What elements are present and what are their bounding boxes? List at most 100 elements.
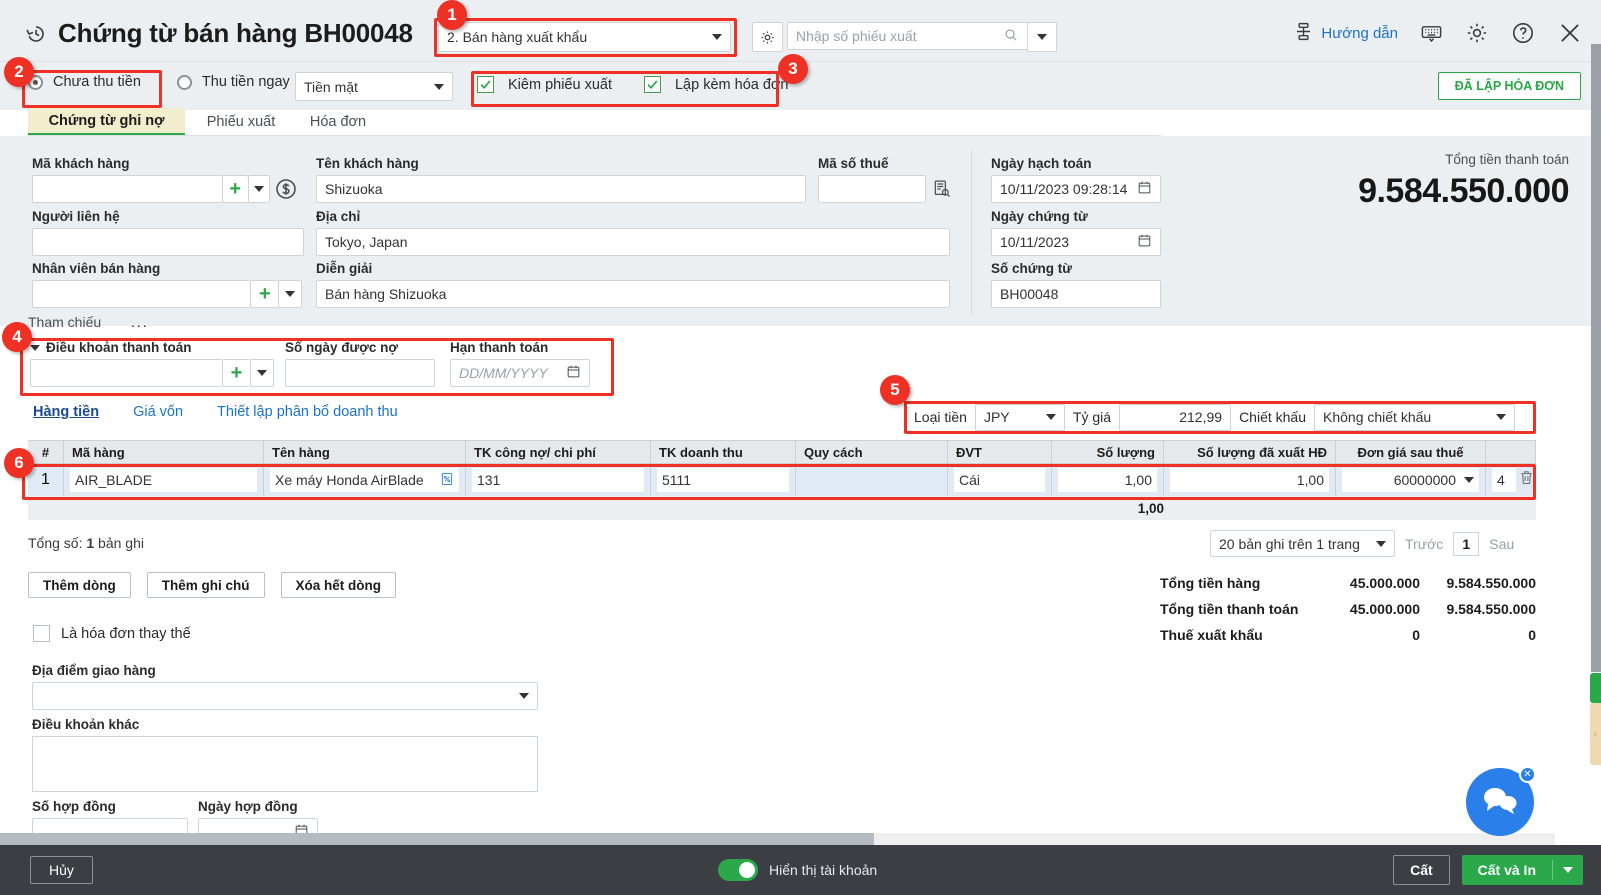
customer-code-input[interactable]	[32, 175, 222, 203]
side-tab-collapse[interactable]: ‹	[1590, 703, 1601, 765]
per-page-select[interactable]: 20 bản ghi trên 1 trang	[1210, 530, 1395, 557]
close-x-icon[interactable]	[1557, 20, 1583, 46]
export-slip-search[interactable]: Nhập số phiếu xuất	[787, 22, 1057, 52]
chevron-down-icon	[712, 34, 722, 40]
save-button[interactable]: Cất	[1393, 855, 1450, 885]
calendar-icon[interactable]	[566, 364, 581, 382]
guide-link[interactable]: Hướng dẫn	[1293, 21, 1398, 46]
cell-unit-price[interactable]: 60000000	[1336, 464, 1486, 496]
keyboard-icon[interactable]	[1420, 22, 1443, 45]
cell-debt-account[interactable]: 131	[466, 464, 651, 496]
cell-qty-invoiced[interactable]: 1,00	[1164, 464, 1336, 496]
tab-phieu-xuat[interactable]: Phiếu xuất	[193, 108, 289, 136]
history-clock-icon[interactable]	[24, 22, 48, 46]
radio-paid-now[interactable]	[176, 74, 192, 90]
cell-quantity[interactable]: 1,00	[1052, 464, 1164, 496]
add-note-button[interactable]: Thêm ghi chú	[146, 572, 265, 598]
tab-label: Phiếu xuất	[206, 114, 276, 130]
vertical-scrollbar-thumb[interactable]	[1591, 44, 1601, 672]
reference-ellipsis[interactable]: ...	[131, 314, 149, 330]
credit-days-label: Số ngày được nợ	[285, 340, 398, 355]
customer-name-input[interactable]: Shizuoka	[316, 175, 806, 203]
debt-account-value[interactable]: 131	[472, 468, 644, 492]
side-tab-green[interactable]	[1590, 673, 1601, 703]
tab-chung-tu-ghi-no[interactable]: Chứng từ ghi nợ	[28, 108, 185, 136]
cell-unit[interactable]: Cái	[948, 464, 1052, 496]
credit-days-input[interactable]	[285, 359, 435, 387]
question-circle-icon[interactable]	[1511, 21, 1535, 45]
due-date-input[interactable]: DD/MM/YYYY	[450, 359, 590, 387]
dollar-circle-icon[interactable]	[270, 175, 302, 203]
customer-code-dropdown[interactable]	[247, 175, 271, 203]
cell-spec[interactable]	[796, 464, 948, 496]
table-row[interactable]: 1 AIR_BLADE Xe máy Honda AirBlade 131 51…	[28, 464, 1536, 496]
qty-invoiced-value[interactable]: 1,00	[1170, 468, 1329, 492]
unit-value[interactable]: Cái	[954, 468, 1045, 492]
subtab-phan-bo-doanh-thu[interactable]: Thiết lập phân bổ doanh thu	[217, 404, 398, 420]
discount-select[interactable]: Không chiết khấu	[1314, 403, 1515, 431]
totals-summary: Tổng tiền hàng 45.000.000 9.584.550.000 …	[1160, 570, 1536, 648]
payment-terms-add-button[interactable]: +	[222, 359, 250, 387]
current-page[interactable]: 1	[1453, 531, 1480, 556]
customer-code-add-button[interactable]: +	[221, 175, 248, 203]
salesperson-input[interactable]	[32, 280, 251, 308]
chevron-down-icon[interactable]	[30, 344, 40, 351]
address-input[interactable]: Tokyo, Japan	[316, 228, 950, 256]
description-input[interactable]: Bán hàng Shizuoka	[316, 280, 950, 308]
payment-method-select[interactable]: Tiền mặt	[295, 72, 453, 101]
next-page-button[interactable]: Sau	[1489, 536, 1514, 552]
quantity-value[interactable]: 1,00	[1058, 468, 1157, 492]
tax-code-input[interactable]	[818, 175, 926, 203]
calendar-icon[interactable]	[1137, 233, 1152, 251]
horizontal-scrollbar-thumb[interactable]	[0, 833, 874, 845]
show-account-toggle[interactable]	[718, 859, 758, 881]
chat-widget-button[interactable]: ✕	[1466, 766, 1536, 836]
trash-icon[interactable]	[1518, 469, 1535, 491]
cancel-button[interactable]: Hủy	[30, 856, 93, 884]
payment-terms-input[interactable]	[30, 359, 222, 387]
subtab-hang-tien[interactable]: Hàng tiền	[33, 404, 99, 420]
posting-date-input[interactable]: 10/11/2023 09:28:14	[991, 175, 1161, 203]
checkbox-with-invoice[interactable]	[643, 76, 661, 93]
checkbox-replacement-invoice[interactable]	[33, 625, 50, 642]
exchange-rate-input[interactable]: 212,99	[1119, 403, 1232, 431]
delivery-place-select[interactable]	[32, 682, 538, 710]
close-small-icon[interactable]: ✕	[1519, 766, 1536, 783]
salesperson-add-button[interactable]: +	[250, 280, 279, 308]
revenue-account-value[interactable]: 5111	[657, 468, 789, 492]
save-and-print-dropdown[interactable]	[1553, 867, 1583, 873]
contact-input[interactable]	[32, 228, 304, 256]
tab-hoa-don[interactable]: Hóa đơn	[296, 108, 380, 136]
show-account-toggle-group[interactable]: Hiển thị tài khoản	[718, 859, 877, 881]
add-row-button[interactable]: Thêm dòng	[28, 572, 131, 598]
doc-no-input[interactable]: BH00048	[991, 280, 1161, 308]
checkbox-export-slip[interactable]	[477, 76, 494, 93]
cell-item-code[interactable]: AIR_BLADE	[64, 464, 264, 496]
col-unit-price: Đơn giá sau thuế	[1336, 441, 1486, 463]
item-code-value[interactable]: AIR_BLADE	[70, 468, 257, 492]
cell-item-name[interactable]: Xe máy Honda AirBlade	[264, 464, 466, 496]
doc-date-input[interactable]: 10/11/2023	[991, 228, 1161, 256]
other-terms-textarea[interactable]	[32, 736, 538, 792]
search-icon[interactable]	[1003, 27, 1019, 46]
col-qty-invoiced: Số lượng đã xuất HĐ	[1164, 441, 1336, 463]
reference-label: Tham chiếu	[28, 314, 102, 330]
cell-revenue-account[interactable]: 5111	[651, 464, 796, 496]
calendar-icon[interactable]	[1137, 180, 1152, 198]
cell-amount[interactable]: 4	[1486, 464, 1536, 496]
tax-lookup-icon[interactable]	[926, 179, 958, 199]
payment-terms-dropdown[interactable]	[250, 359, 274, 387]
settings-gear-icon[interactable]	[1465, 21, 1489, 45]
currency-select[interactable]: JPY	[974, 403, 1065, 431]
percent-doc-icon[interactable]	[440, 472, 454, 489]
salesperson-dropdown[interactable]	[278, 280, 302, 308]
export-slip-dropdown[interactable]	[1027, 22, 1057, 52]
export-slip-input[interactable]: Nhập số phiếu xuất	[787, 22, 1027, 50]
prev-page-button[interactable]: Trước	[1405, 536, 1443, 552]
subtab-gia-von[interactable]: Giá vốn	[133, 404, 183, 420]
document-type-select[interactable]: 2. Bán hàng xuất khẩu	[438, 22, 731, 52]
gear-icon[interactable]	[752, 22, 783, 52]
save-and-print-button[interactable]: Cất và In	[1461, 855, 1583, 885]
chevron-down-icon[interactable]	[1464, 477, 1474, 483]
delete-all-rows-button[interactable]: Xóa hết dòng	[280, 572, 396, 598]
